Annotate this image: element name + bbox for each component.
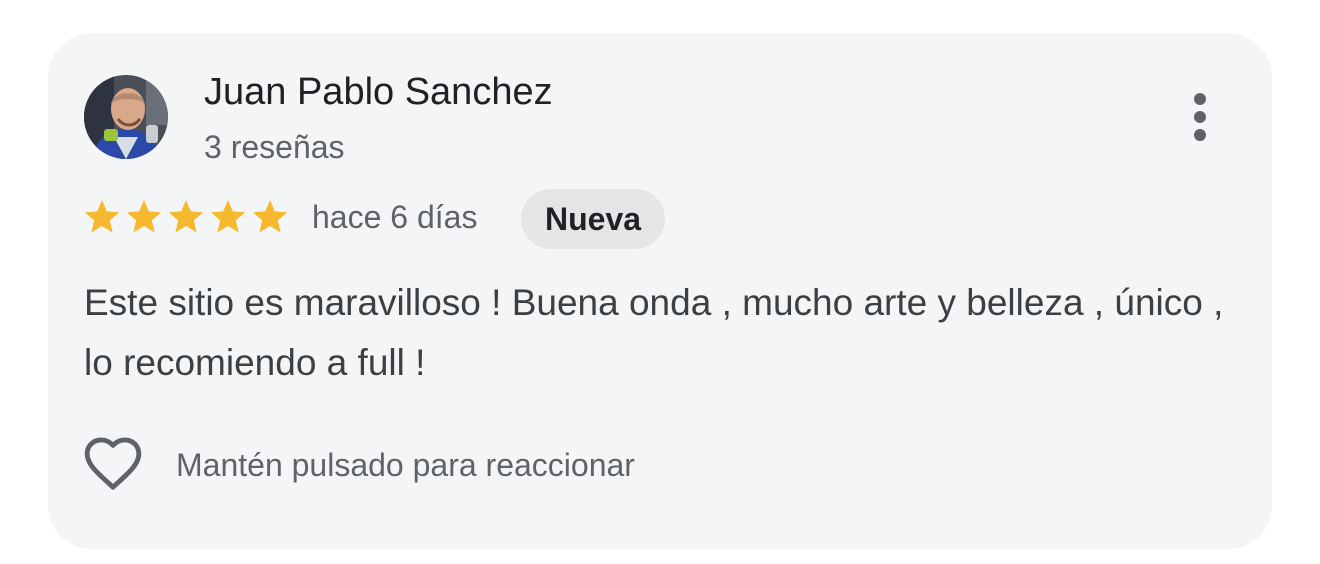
more-vert-icon-dot — [1194, 129, 1206, 141]
reaction-row[interactable]: Mantén pulsado para reaccionar — [82, 433, 635, 497]
review-card: Juan Pablo Sanchez 3 reseñas hace 6 días… — [48, 33, 1272, 549]
star-icon — [210, 200, 246, 233]
author-name[interactable]: Juan Pablo Sanchez — [204, 71, 553, 114]
review-date: hace 6 días — [312, 199, 478, 235]
reaction-hint: Mantén pulsado para reaccionar — [176, 446, 635, 483]
review-count[interactable]: 3 reseñas — [204, 129, 345, 166]
star-icon — [126, 200, 162, 233]
new-badge: Nueva — [521, 189, 666, 249]
more-vert-icon — [1194, 93, 1206, 105]
star-rating — [82, 197, 290, 237]
review-text: Este sitio es maravilloso ! Buena onda ,… — [84, 282, 1224, 383]
star-icon — [168, 200, 204, 233]
more-options-button[interactable] — [1180, 85, 1220, 149]
star-icon — [84, 200, 120, 233]
more-vert-icon-dot — [1194, 111, 1206, 123]
heart-outline-icon[interactable] — [82, 434, 144, 496]
avatar[interactable] — [84, 75, 168, 159]
star-icon — [252, 200, 288, 233]
